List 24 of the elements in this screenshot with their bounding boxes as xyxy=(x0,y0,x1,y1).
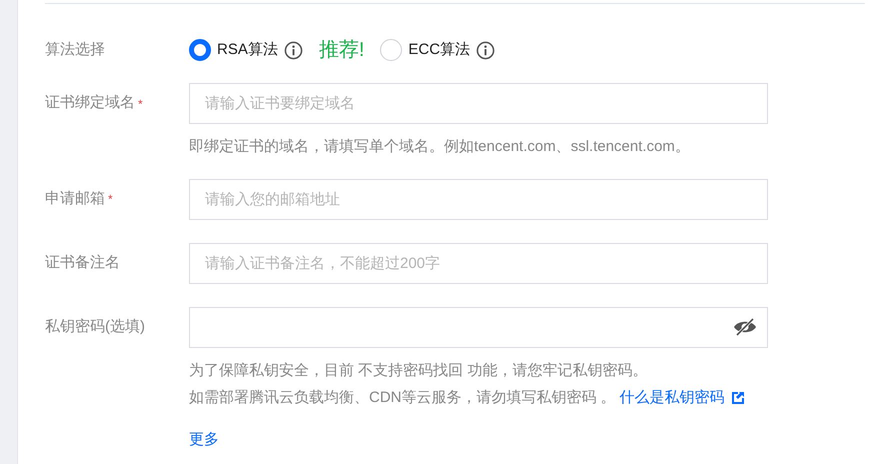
field-label: 申请邮箱 xyxy=(45,188,105,209)
hint-text: 如需部署腾讯云负载均衡、CDN等云服务，请勿填写私钥密码 。 xyxy=(189,388,616,408)
help-link[interactable]: 什么是私钥密码 xyxy=(620,387,745,410)
hint-text: 为了保障私钥安全，目前 不支持密码找回 功能，请您牢记私钥密码。 xyxy=(189,360,648,380)
password-field[interactable] xyxy=(189,306,768,348)
field-label: 证书绑定域名 xyxy=(45,93,135,114)
radio-button[interactable] xyxy=(189,39,211,61)
field-label: 证书备注名 xyxy=(45,252,120,273)
input-field[interactable]: 请输入证书要绑定域名 xyxy=(189,83,768,124)
external-link-icon xyxy=(730,391,745,406)
hint-text: 即绑定证书的域名，请填写单个域名。例如tencent.com、ssl.tencent.com。 xyxy=(189,137,690,157)
more-link[interactable]: 更多 xyxy=(189,428,745,451)
field-label: 算法选择 xyxy=(45,40,105,60)
option-label: ECC算法 xyxy=(408,40,470,60)
input-field[interactable]: 请输入您的邮箱地址 xyxy=(189,178,768,220)
field-label: 私钥密码(选填) xyxy=(45,316,145,337)
info-icon xyxy=(284,40,303,60)
option-label: RSA算法 xyxy=(217,40,278,60)
info-icon xyxy=(476,40,496,60)
eye-slash-icon[interactable] xyxy=(733,318,757,336)
recommend-note: 推荐! xyxy=(318,38,364,63)
input-field[interactable]: 请输入证书备注名，不能超过200字 xyxy=(189,242,768,284)
required-mark: * xyxy=(138,96,143,112)
required-mark: * xyxy=(108,191,113,208)
